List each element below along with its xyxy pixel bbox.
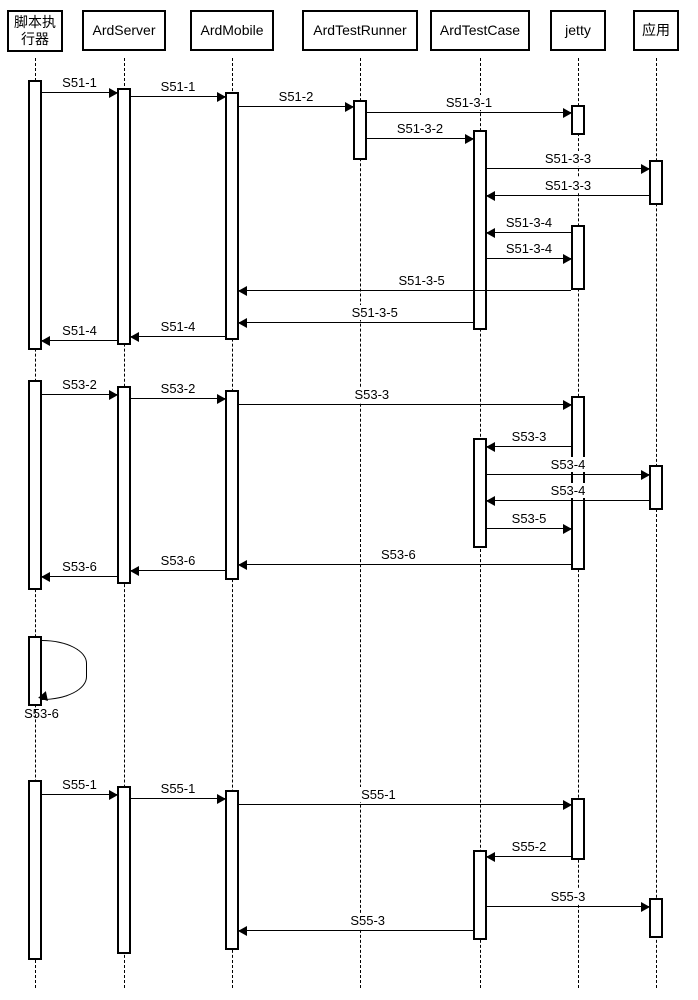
message-arrow: S51-3-5 xyxy=(239,322,473,323)
message-arrow: S51-1 xyxy=(42,92,117,93)
message-arrow: S51-3-4 xyxy=(487,232,571,233)
activation xyxy=(117,386,131,584)
message-arrow: S51-1 xyxy=(131,96,225,97)
message-label: S51-3-4 xyxy=(504,215,554,230)
message-arrow: S51-2 xyxy=(239,106,353,107)
message-arrow: S51-4 xyxy=(42,340,117,341)
activation xyxy=(473,130,487,330)
message-arrow: S51-3-3 xyxy=(487,168,649,169)
message-arrow: S51-4 xyxy=(131,336,225,337)
message-label: S53-6 xyxy=(24,706,59,721)
message-arrow: S53-3 xyxy=(239,404,571,405)
self-message-arrow: S53-6 xyxy=(42,640,87,700)
message-label: S53-3 xyxy=(510,429,549,444)
message-arrow: S55-1 xyxy=(131,798,225,799)
message-label: S51-3-2 xyxy=(395,121,445,136)
message-label: S51-1 xyxy=(60,75,99,90)
participant-script-executor: 脚本执 行器 xyxy=(7,10,63,52)
message-label: S53-2 xyxy=(60,377,99,392)
participant-label: 脚本执 xyxy=(14,14,56,30)
message-arrow: S51-3-1 xyxy=(367,112,571,113)
sequence-diagram: 脚本执 行器 ArdServer ArdMobile ArdTestRunner… xyxy=(0,0,698,1000)
message-label: S53-6 xyxy=(60,559,99,574)
activation xyxy=(571,798,585,860)
participant-ardmobile: ArdMobile xyxy=(190,10,274,51)
participant-ardtestcase: ArdTestCase xyxy=(430,10,530,51)
participant-label: ArdTestRunner xyxy=(313,22,406,38)
message-arrow: S53-6 xyxy=(131,570,225,571)
activation xyxy=(571,225,585,290)
activation xyxy=(28,380,42,590)
message-arrow: S51-3-3 xyxy=(487,195,649,196)
message-label: S53-6 xyxy=(379,547,418,562)
message-label: S55-3 xyxy=(549,889,588,904)
activation xyxy=(353,100,367,160)
participant-label: ArdTestCase xyxy=(440,22,520,38)
message-label: S55-2 xyxy=(510,839,549,854)
activation xyxy=(225,390,239,580)
activation xyxy=(117,786,131,954)
message-label: S51-3-1 xyxy=(444,95,494,110)
message-label: S51-4 xyxy=(60,323,99,338)
message-arrow: S53-6 xyxy=(239,564,571,565)
message-label: S53-2 xyxy=(159,381,198,396)
message-label: S51-3-3 xyxy=(543,151,593,166)
participant-label: jetty xyxy=(565,22,591,38)
message-label: S55-1 xyxy=(359,787,398,802)
message-arrow: S53-4 xyxy=(487,474,649,475)
message-label: S51-2 xyxy=(277,89,316,104)
message-arrow: S53-2 xyxy=(131,398,225,399)
activation xyxy=(225,92,239,340)
message-label: S51-4 xyxy=(159,319,198,334)
message-label: S51-3-5 xyxy=(396,273,446,288)
participant-ardserver: ArdServer xyxy=(82,10,166,51)
message-arrow: S55-2 xyxy=(487,856,571,857)
message-label: S51-1 xyxy=(159,79,198,94)
message-arrow: S55-3 xyxy=(487,906,649,907)
lifeline xyxy=(360,58,361,988)
message-label: S53-6 xyxy=(159,553,198,568)
activation xyxy=(28,780,42,960)
message-label: S53-4 xyxy=(549,457,588,472)
activation xyxy=(571,105,585,135)
message-arrow: S55-1 xyxy=(239,804,571,805)
message-label: S55-1 xyxy=(159,781,198,796)
participant-jetty: jetty xyxy=(550,10,606,51)
message-arrow: S51-3-2 xyxy=(367,138,473,139)
activation xyxy=(117,88,131,345)
message-arrow: S51-3-5 xyxy=(239,290,571,291)
participant-ardtestrunner: ArdTestRunner xyxy=(302,10,418,51)
message-label: S51-3-3 xyxy=(543,178,593,193)
message-arrow: S53-5 xyxy=(487,528,571,529)
message-label: S53-3 xyxy=(352,387,391,402)
message-label: S55-1 xyxy=(60,777,99,792)
participant-app: 应用 xyxy=(633,10,679,51)
message-arrow: S53-6 xyxy=(42,576,117,577)
participant-label: 行器 xyxy=(21,31,49,47)
message-label: S51-3-5 xyxy=(350,305,400,320)
message-label: S53-4 xyxy=(549,483,588,498)
activation xyxy=(473,438,487,548)
message-arrow: S51-3-4 xyxy=(487,258,571,259)
activation xyxy=(473,850,487,940)
message-label: S51-3-4 xyxy=(504,241,554,256)
activation xyxy=(649,465,663,510)
message-arrow: S53-2 xyxy=(42,394,117,395)
message-arrow: S53-3 xyxy=(487,446,571,447)
activation xyxy=(649,160,663,205)
message-label: S53-5 xyxy=(510,511,549,526)
participant-label: ArdServer xyxy=(92,22,155,38)
message-label: S55-3 xyxy=(348,913,387,928)
message-arrow: S55-3 xyxy=(239,930,473,931)
message-arrow: S55-1 xyxy=(42,794,117,795)
message-arrow: S53-4 xyxy=(487,500,649,501)
activation xyxy=(225,790,239,950)
activation xyxy=(28,80,42,350)
activation xyxy=(649,898,663,938)
participant-label: 应用 xyxy=(642,22,670,38)
participant-label: ArdMobile xyxy=(200,22,263,38)
